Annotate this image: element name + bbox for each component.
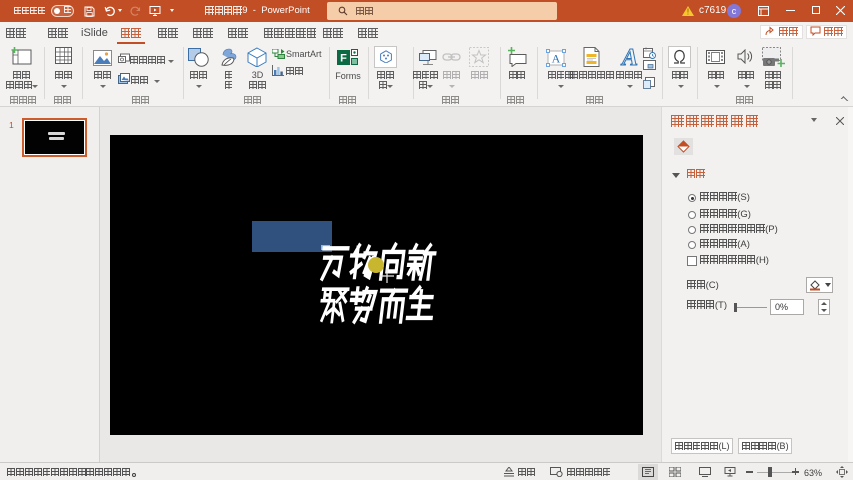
svg-text:A: A	[620, 47, 638, 67]
svg-text:!: !	[687, 8, 689, 16]
svg-text:F: F	[340, 53, 347, 65]
svg-text:A: A	[552, 52, 561, 66]
